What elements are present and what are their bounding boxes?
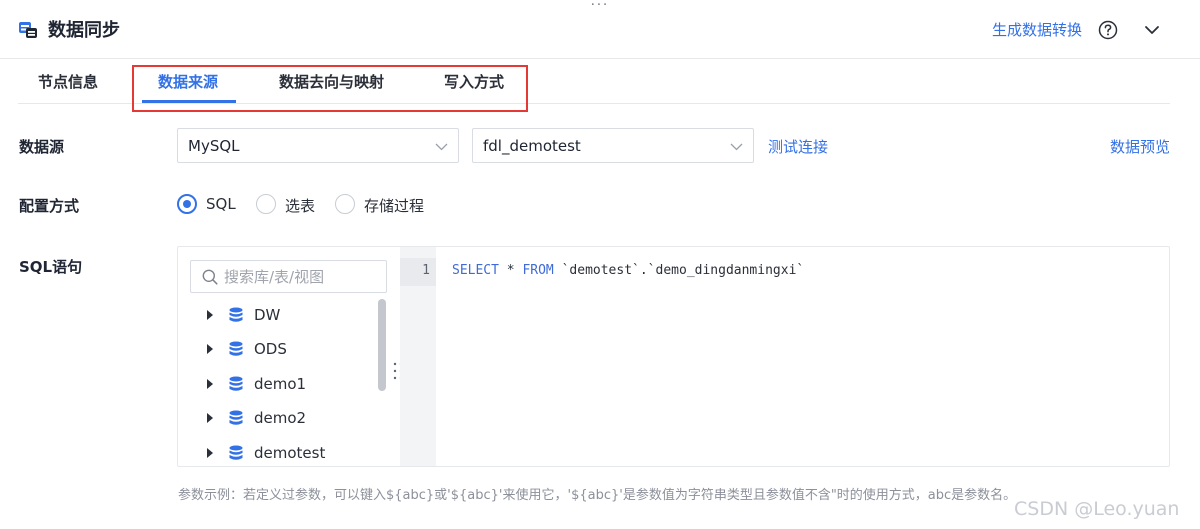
config-mode-label: 配置方式 (19, 197, 80, 215)
watermark: CSDN @Leo.yuan (1014, 498, 1180, 520)
database-icon (229, 376, 243, 391)
database-icon (229, 341, 243, 356)
line-number-gutter: 1 (400, 247, 436, 466)
datasource-type-select[interactable]: MySQL (177, 128, 459, 163)
test-connection-link[interactable]: 测试连接 (768, 136, 828, 157)
sql-code-line[interactable]: SELECT * FROM `demotest`.`demo_dingdanmi… (452, 263, 804, 278)
radio-circle (256, 194, 276, 214)
database-icon (229, 410, 243, 425)
data-preview-link[interactable]: 数据预览 (1110, 136, 1170, 157)
tree-item-label: DW (254, 306, 281, 324)
sql-keyword-from: FROM (522, 263, 554, 278)
chevron-down-icon (435, 143, 448, 151)
radio-stored-procedure-label: 存储过程 (364, 197, 425, 215)
chevron-down-icon[interactable] (1144, 22, 1160, 38)
sql-star: * (498, 263, 523, 278)
radio-stored-procedure[interactable]: 存储过程 (335, 194, 435, 216)
sql-table-ref: `demotest`.`demo_dingdanmingxi` (553, 263, 805, 278)
database-sync-icon (19, 22, 37, 38)
highlight-annotation-box (132, 65, 528, 112)
datasource-label: 数据源 (19, 138, 65, 156)
parameter-hint: 参数示例：若定义过参数，可以键入${abc}或'${abc}'来使用它，'${a… (178, 488, 1017, 503)
tree-item-label: demotest (254, 444, 326, 462)
tree-item-label: ODS (254, 340, 287, 358)
database-icon (229, 445, 243, 460)
tree-item-label: demo2 (254, 409, 307, 427)
tree-search-input[interactable] (224, 267, 379, 287)
search-icon (202, 269, 218, 285)
active-line-highlight (400, 258, 436, 286)
radio-circle (335, 194, 355, 214)
database-icon (229, 307, 243, 322)
sql-statement-label: SQL语句 (19, 258, 83, 276)
caret-right-icon[interactable] (206, 379, 214, 389)
sql-editor[interactable]: 1 SELECT * FROM `demotest`.`demo_dingdan… (400, 247, 1169, 466)
caret-right-icon[interactable] (206, 413, 214, 423)
generate-transform-link[interactable]: 生成数据转换 (992, 19, 1082, 40)
header: 数据同步 生成数据转换 (0, 0, 1200, 59)
tree-search-box[interactable] (190, 260, 387, 293)
radio-sql[interactable]: SQL (177, 194, 247, 216)
sql-panel: DW ODS demo1 demo2 demotest 1 SELECT * F… (177, 246, 1170, 467)
chevron-down-icon (730, 143, 743, 151)
question-circle-icon[interactable] (1098, 20, 1118, 40)
tab-node-info[interactable]: 节点信息 (38, 71, 98, 92)
datasource-type-value: MySQL (188, 137, 240, 155)
caret-right-icon[interactable] (206, 448, 214, 458)
tree-scrollbar[interactable] (378, 299, 386, 391)
caret-right-icon[interactable] (206, 310, 214, 320)
radio-circle (177, 194, 197, 214)
datasource-connection-select[interactable]: fdl_demotest (472, 128, 754, 163)
caret-right-icon[interactable] (206, 344, 214, 354)
sql-keyword-select: SELECT (452, 263, 499, 278)
radio-select-table-label: 选表 (285, 197, 316, 215)
radio-select-table[interactable]: 选表 (256, 194, 326, 216)
line-number: 1 (422, 263, 430, 278)
tree-item-label: demo1 (254, 375, 307, 393)
datasource-connection-value: fdl_demotest (483, 137, 581, 155)
page-title: 数据同步 (48, 20, 120, 41)
radio-sql-label: SQL (206, 195, 236, 213)
